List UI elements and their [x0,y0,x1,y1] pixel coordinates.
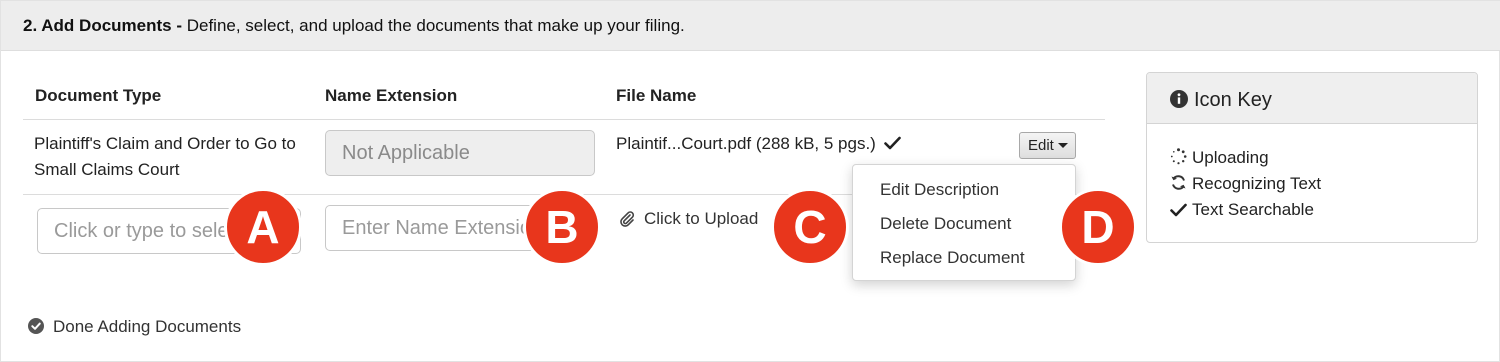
panel-header: 2. Add Documents - Define, select, and u… [1,1,1500,51]
document-type-value: Plaintiff's Claim and Order to Go to Sma… [34,134,296,179]
spinner-icon [1170,148,1187,165]
caret-down-icon [1057,143,1068,148]
checkmark-icon [883,136,901,150]
click-to-upload-link[interactable]: Click to Upload [619,209,758,229]
menu-item-delete-document[interactable]: Delete Document [880,214,1011,234]
checkmark-icon [1170,203,1187,217]
info-icon [1170,90,1188,108]
refresh-icon [1171,175,1186,190]
icon-key-header: Icon Key [1147,73,1477,124]
col-header-file-name: File Name [616,86,697,105]
file-name-value: Plaintif...Court.pdf (288 kB, 5 pgs.) [616,131,901,157]
add-documents-panel: 2. Add Documents - Define, select, and u… [0,0,1500,362]
edit-dropdown-button[interactable]: Edit [1019,132,1076,159]
header-divider [23,119,1105,120]
col-header-name-extension: Name Extension [325,86,458,105]
edit-dropdown-menu: Edit Description Delete Document Replace… [852,164,1076,281]
icon-key-panel: Icon Key Uploading Recognizing Text Text… [1146,72,1478,243]
col-header-document-type: Document Type [35,86,162,105]
icon-key-title: Icon Key [1170,89,1272,112]
upload-label: Click to Upload [644,209,759,228]
check-circle-icon [28,318,44,334]
menu-item-edit-description[interactable]: Edit Description [880,180,999,200]
file-name-text: Plaintif...Court.pdf (288 kB, 5 pgs.) [616,134,876,153]
done-adding-documents-link[interactable]: Done Adding Documents [28,317,241,337]
callout-badge-b: B [523,188,601,266]
done-label: Done Adding Documents [53,317,242,336]
paperclip-icon [620,211,635,227]
key-row-searchable: Text Searchable [1170,200,1314,220]
key-label-searchable: Text Searchable [1192,200,1314,219]
edit-button-label: Edit [1028,137,1054,154]
step-description: Define, select, and upload the documents… [182,16,685,35]
key-label-uploading: Uploading [1192,148,1269,167]
panel-heading: 2. Add Documents - Define, select, and u… [23,16,685,36]
key-label-recognizing: Recognizing Text [1192,174,1322,193]
callout-badge-a: A [224,188,302,266]
callout-badge-d: D [1059,188,1137,266]
icon-key-title-text: Icon Key [1194,89,1272,111]
callout-badge-c: C [771,188,849,266]
key-row-uploading: Uploading [1170,148,1269,168]
name-extension-disabled-field: Not Applicable [325,130,595,176]
key-row-recognizing: Recognizing Text [1170,174,1321,194]
step-title: 2. Add Documents - [23,16,182,35]
menu-item-replace-document[interactable]: Replace Document [880,248,1025,268]
